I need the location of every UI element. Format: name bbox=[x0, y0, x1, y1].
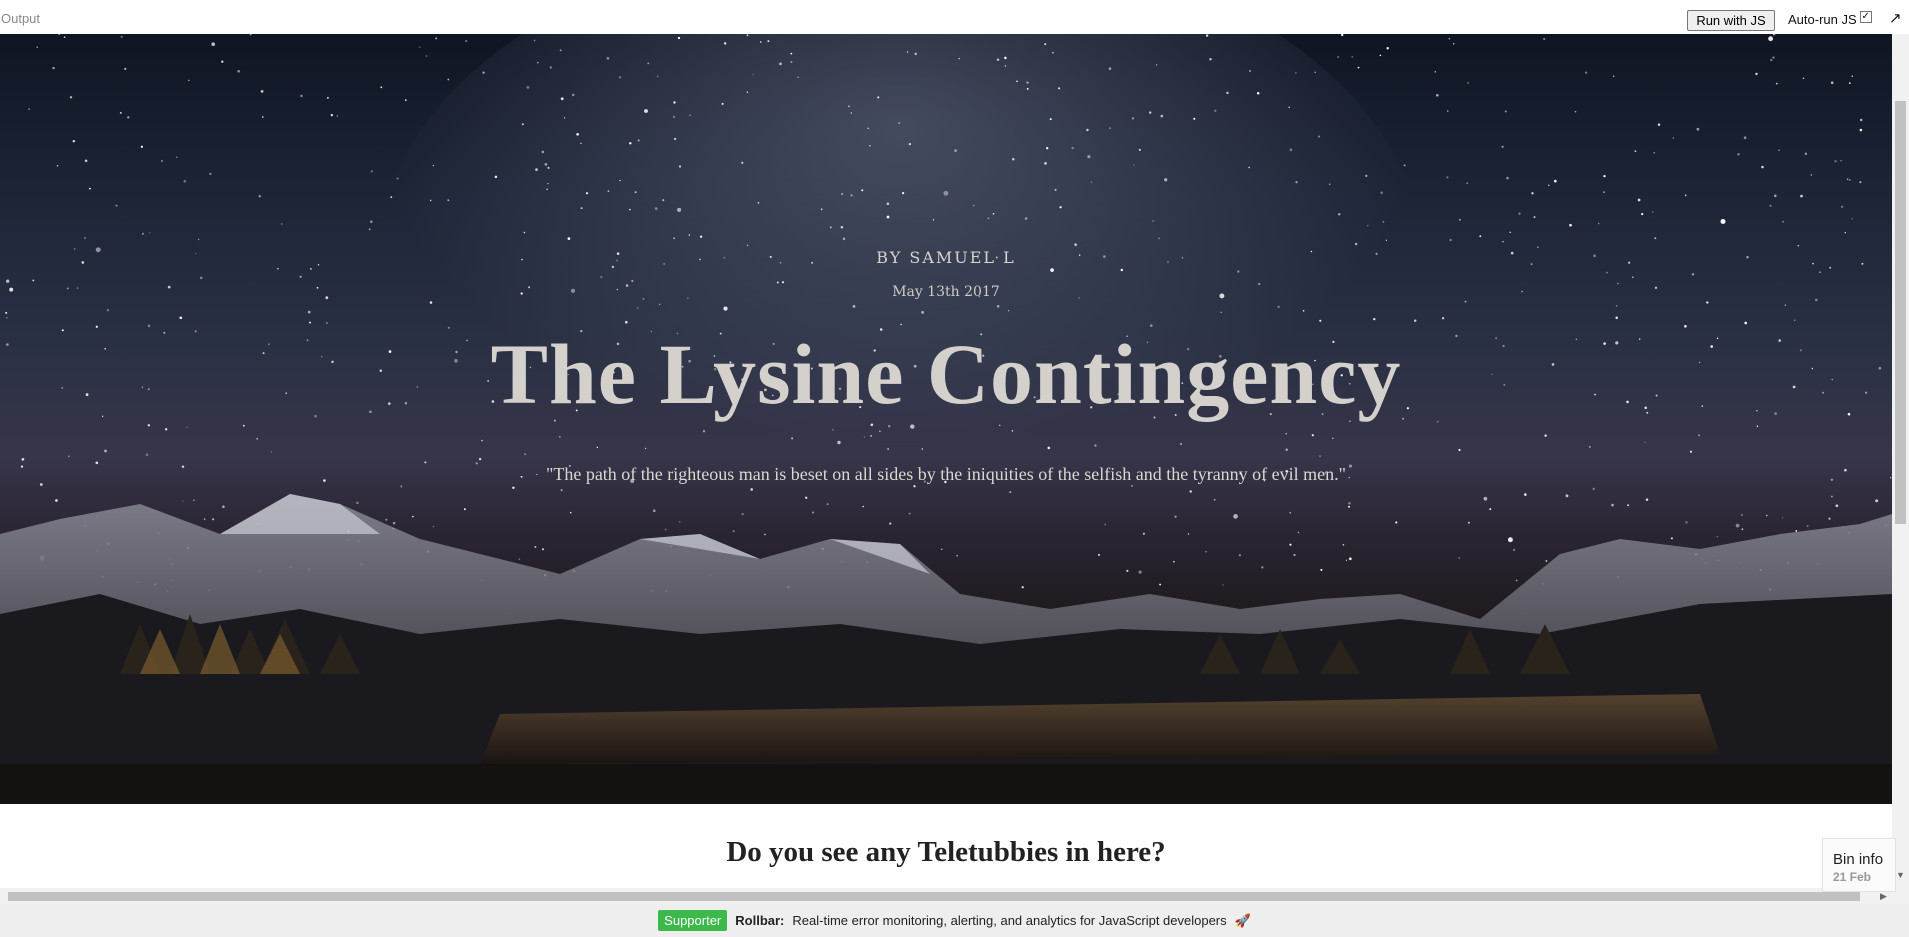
horizontal-scroll-thumb[interactable] bbox=[8, 892, 1860, 901]
section-heading: Do you see any Teletubbies in here? bbox=[726, 836, 1166, 868]
run-with-js-button[interactable]: Run with JS bbox=[1687, 10, 1775, 31]
ad-brand[interactable]: Rollbar: bbox=[735, 913, 784, 928]
author-byline: BY SAMUEL L bbox=[876, 248, 1016, 267]
ad-text[interactable]: Real-time error monitoring, alerting, an… bbox=[792, 913, 1226, 928]
popout-icon[interactable]: ↗ bbox=[1889, 9, 1902, 27]
hero-quote: "The path of the righteous man is beset … bbox=[545, 464, 1347, 484]
horizontal-scrollbar[interactable]: ▶ bbox=[0, 888, 1892, 904]
bin-info-date: 21 Feb bbox=[1833, 870, 1872, 884]
supporter-badge[interactable]: Supporter bbox=[658, 910, 728, 931]
bin-info-title: Bin info bbox=[1833, 851, 1884, 868]
bin-info-panel[interactable]: Bin info 21 Feb bbox=[1822, 838, 1896, 892]
scroll-right-arrow-icon[interactable]: ▶ bbox=[1880, 891, 1887, 902]
scroll-down-arrow-icon[interactable]: ▼ bbox=[1896, 870, 1905, 880]
autorun-toggle[interactable]: Auto-run JS ✓ bbox=[1788, 10, 1872, 27]
autorun-label: Auto-run JS bbox=[1788, 12, 1857, 27]
rocket-icon: 🚀 bbox=[1234, 912, 1251, 928]
vertical-scroll-thumb[interactable] bbox=[1895, 101, 1906, 524]
vertical-scrollbar[interactable]: ▼ bbox=[1892, 34, 1909, 904]
publish-date: May 13th 2017 bbox=[892, 284, 1000, 300]
ad-bar[interactable]: Supporter Rollbar: Real-time error monit… bbox=[0, 904, 1909, 937]
output-toolbar: Output Run with JS Auto-run JS ✓ ↗ bbox=[0, 0, 1909, 34]
output-label: Output bbox=[1, 11, 41, 26]
autorun-checkbox[interactable]: ✓ bbox=[1859, 10, 1872, 23]
page-title: The Lysine Contingency bbox=[490, 326, 1402, 422]
hero-banner: BY SAMUEL L May 13th 2017 The Lysine Con… bbox=[0, 34, 1892, 804]
